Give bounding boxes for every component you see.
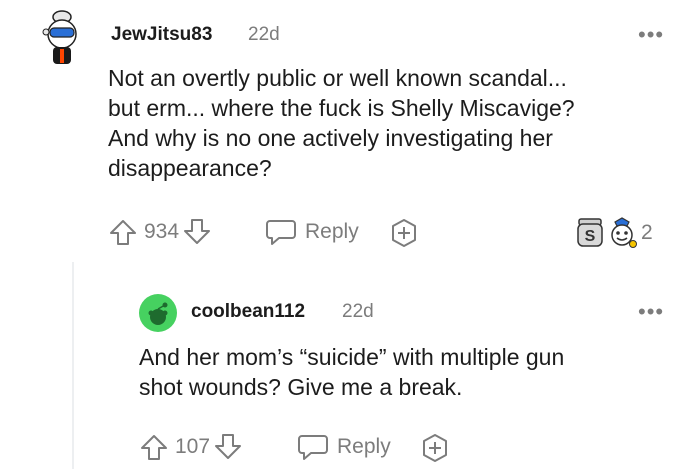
give-award-icon[interactable] bbox=[388, 217, 420, 249]
comment-line: Not an overtly public or well known scan… bbox=[108, 65, 567, 91]
downvote-icon[interactable] bbox=[182, 217, 212, 247]
vote-count: 107 bbox=[175, 435, 211, 458]
reply-label: Reply bbox=[337, 435, 391, 458]
comment-line: but erm... where the fuck is Shelly Misc… bbox=[108, 95, 575, 121]
silver-award-icon: S bbox=[575, 216, 605, 250]
more-options-icon[interactable]: ••• bbox=[638, 301, 664, 323]
comment-body: And her mom’s “suicide” with multiple gu… bbox=[139, 342, 679, 402]
speech-bubble-icon bbox=[297, 432, 329, 462]
speech-bubble-icon bbox=[265, 217, 297, 247]
more-options-icon[interactable]: ••• bbox=[638, 24, 664, 46]
upvote-icon[interactable] bbox=[139, 432, 169, 462]
upvote-icon[interactable] bbox=[108, 217, 138, 247]
comment-line: shot wounds? Give me a break. bbox=[139, 374, 463, 400]
default-snoo-avatar-icon[interactable] bbox=[139, 294, 177, 332]
reply-label: Reply bbox=[305, 220, 359, 243]
awards[interactable]: S 2 bbox=[575, 216, 653, 250]
comment-body: Not an overtly public or well known scan… bbox=[108, 63, 688, 183]
downvote-icon[interactable] bbox=[213, 432, 243, 462]
comment-reply: coolbean112 22d ••• And her mom’s “suici… bbox=[0, 262, 700, 469]
reply-button[interactable]: Reply bbox=[265, 217, 359, 247]
snoo-avatar-icon[interactable] bbox=[38, 8, 86, 66]
comment-username[interactable]: coolbean112 bbox=[191, 301, 305, 323]
comment-line: And her mom’s “suicide” with multiple gu… bbox=[139, 344, 565, 370]
comment-timestamp: 22d bbox=[248, 24, 280, 45]
vote-controls: 107 bbox=[139, 432, 243, 462]
comment-line: And why is no one actively investigating… bbox=[108, 125, 553, 151]
comment-username[interactable]: JewJitsu83 bbox=[111, 24, 212, 46]
comment-line: disappearance? bbox=[108, 155, 272, 181]
svg-text:S: S bbox=[585, 228, 596, 245]
award-count: 2 bbox=[641, 221, 653, 244]
comment: JewJitsu83 22d ••• Not an overtly public… bbox=[0, 0, 700, 262]
comment-timestamp: 22d bbox=[342, 301, 374, 322]
reply-button[interactable]: Reply bbox=[297, 432, 391, 462]
give-award-icon[interactable] bbox=[419, 432, 451, 464]
vote-controls: 934 bbox=[108, 217, 212, 247]
wholesome-award-icon bbox=[607, 216, 637, 250]
vote-count: 934 bbox=[144, 220, 180, 243]
